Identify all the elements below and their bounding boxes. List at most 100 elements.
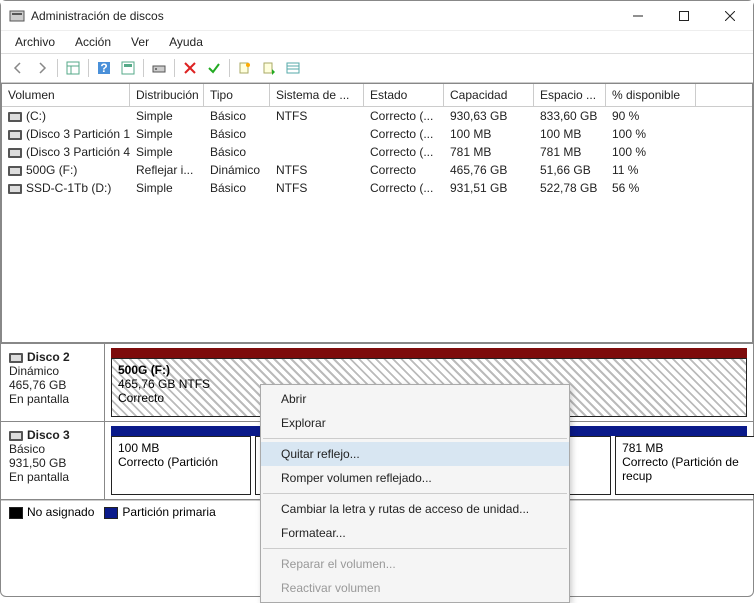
disk-label[interactable]: Disco 2Dinámico465,76 GBEn pantalla [1, 344, 105, 421]
cell: Simple [130, 180, 204, 196]
col-estado[interactable]: Estado [364, 84, 444, 106]
refresh-button[interactable] [117, 57, 139, 79]
cell: 833,60 GB [534, 108, 606, 124]
col-sistema[interactable]: Sistema de ... [270, 84, 364, 106]
context-menu-item[interactable]: Romper volumen reflejado... [261, 466, 569, 490]
cell: 100 MB [534, 126, 606, 142]
menu-accion[interactable]: Acción [67, 33, 119, 51]
legend-primary: Partición primaria [104, 505, 215, 519]
check-button[interactable] [203, 57, 225, 79]
cell: 522,78 GB [534, 180, 606, 196]
volume-row[interactable]: 500G (F:)Reflejar i...DinámicoNTFSCorrec… [2, 161, 752, 179]
col-tipo[interactable]: Tipo [204, 84, 270, 106]
volume-body: 100 MBCorrecto (Partición [112, 437, 250, 494]
context-menu: AbrirExplorar Quitar reflejo...Romper vol… [260, 384, 570, 603]
cell: Correcto [364, 162, 444, 178]
cell: 100 MB [444, 126, 534, 142]
cell: Básico [204, 144, 270, 160]
back-button[interactable] [7, 57, 29, 79]
volume-body: 781 MBCorrecto (Partición de recup [616, 437, 754, 494]
cell: Correcto (... [364, 108, 444, 124]
context-menu-item[interactable]: Explorar [261, 411, 569, 435]
delete-button[interactable] [179, 57, 201, 79]
toolbar-separator [143, 59, 144, 77]
cell: (Disco 3 Partición 4) [2, 144, 130, 160]
menu-separator [263, 438, 567, 439]
col-pct[interactable]: % disponible [606, 84, 696, 106]
cell: (C:) [2, 108, 130, 124]
cell: 781 MB [444, 144, 534, 160]
col-capacidad[interactable]: Capacidad [444, 84, 534, 106]
volume-row[interactable]: (C:)SimpleBásicoNTFSCorrecto (...930,63 … [2, 107, 752, 125]
menu-archivo[interactable]: Archivo [7, 33, 63, 51]
cell: Reflejar i... [130, 162, 204, 178]
drive-icon [8, 148, 22, 158]
help-button[interactable]: ? [93, 57, 115, 79]
menu-ayuda[interactable]: Ayuda [161, 33, 211, 51]
context-menu-item[interactable]: Abrir [261, 387, 569, 411]
forward-button[interactable] [31, 57, 53, 79]
cell: NTFS [270, 180, 364, 196]
menubar: Archivo Acción Ver Ayuda [1, 31, 753, 54]
volume-row[interactable]: (Disco 3 Partición 1)SimpleBásicoCorrect… [2, 125, 752, 143]
context-menu-item: Reactivar volumen [261, 576, 569, 600]
cell: 90 % [606, 108, 696, 124]
maximize-button[interactable] [661, 1, 707, 31]
legend-swatch [104, 507, 118, 519]
menu-separator [263, 548, 567, 549]
disk-stripe [111, 348, 747, 358]
col-volumen[interactable]: Volumen [2, 84, 130, 106]
legend-swatch [9, 507, 23, 519]
cell: Correcto (... [364, 180, 444, 196]
view-button[interactable] [62, 57, 84, 79]
action-button[interactable] [258, 57, 280, 79]
cell [270, 126, 364, 142]
minimize-button[interactable] [615, 1, 661, 31]
volume-list[interactable]: Volumen Distribución Tipo Sistema de ...… [1, 83, 753, 343]
context-menu-item[interactable]: Formatear... [261, 521, 569, 545]
context-menu-item: Reparar el volumen... [261, 552, 569, 576]
cell: (Disco 3 Partición 1) [2, 126, 130, 142]
drive-icon [8, 166, 22, 176]
toolbar-separator [88, 59, 89, 77]
list-button[interactable] [282, 57, 304, 79]
properties-button[interactable] [148, 57, 170, 79]
context-menu-item[interactable]: Quitar reflejo... [261, 442, 569, 466]
window-title: Administración de discos [31, 9, 615, 23]
volume-box[interactable]: 100 MBCorrecto (Partición [111, 436, 251, 495]
volume-box[interactable]: 781 MBCorrecto (Partición de recup [615, 436, 754, 495]
cell [270, 144, 364, 160]
cell: 465,76 GB [444, 162, 534, 178]
cell: 51,66 GB [534, 162, 606, 178]
context-menu-item[interactable]: Cambiar la letra y rutas de acceso de un… [261, 497, 569, 521]
volume-list-header: Volumen Distribución Tipo Sistema de ...… [2, 84, 752, 107]
cell: 100 % [606, 126, 696, 142]
cell: Básico [204, 108, 270, 124]
legend-unallocated: No asignado [9, 505, 94, 519]
cell: 930,63 GB [444, 108, 534, 124]
cell: Simple [130, 126, 204, 142]
new-button[interactable] [234, 57, 256, 79]
toolbar-separator [229, 59, 230, 77]
cell: 11 % [606, 162, 696, 178]
volume-row[interactable]: SSD-C-1Tb (D:)SimpleBásicoNTFSCorrecto (… [2, 179, 752, 197]
menu-separator [263, 493, 567, 494]
cell: Básico [204, 180, 270, 196]
close-button[interactable] [707, 1, 753, 31]
cell: NTFS [270, 162, 364, 178]
toolbar-separator [174, 59, 175, 77]
cell: 56 % [606, 180, 696, 196]
toolbar: ? [1, 54, 753, 83]
cell: Simple [130, 144, 204, 160]
svg-text:?: ? [100, 61, 107, 75]
volume-row[interactable]: (Disco 3 Partición 4)SimpleBásicoCorrect… [2, 143, 752, 161]
col-espacio[interactable]: Espacio ... [534, 84, 606, 106]
cell: 100 % [606, 144, 696, 160]
cell: Correcto (... [364, 126, 444, 142]
cell: Simple [130, 108, 204, 124]
drive-icon [8, 184, 22, 194]
col-distribucion[interactable]: Distribución [130, 84, 204, 106]
app-icon [9, 8, 25, 24]
menu-ver[interactable]: Ver [123, 33, 157, 51]
disk-label[interactable]: Disco 3Básico931,50 GBEn pantalla [1, 422, 105, 499]
